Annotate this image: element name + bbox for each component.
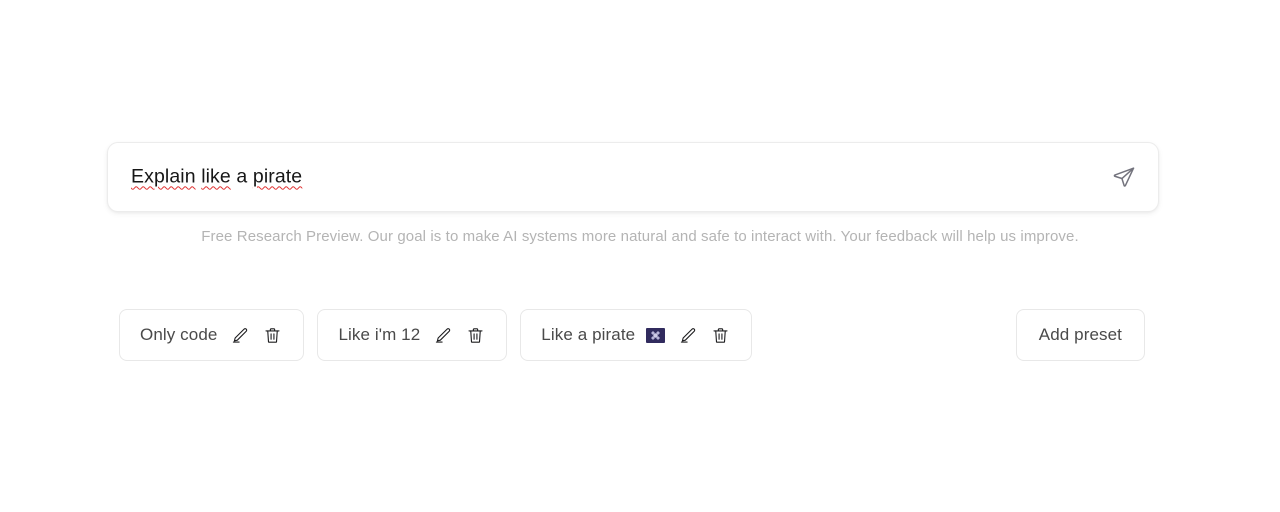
send-button[interactable] (1106, 159, 1142, 195)
preset-label: Only code (140, 325, 218, 344)
research-preview-disclaimer: Free Research Preview. Our goal is to ma… (201, 228, 1079, 245)
pencil-edit-icon (230, 326, 249, 345)
pirate-flag-emoji-icon (646, 327, 666, 343)
edit-preset-button[interactable] (676, 324, 698, 346)
app-root: Explain like a pirate Free Research Prev… (0, 0, 1280, 512)
send-paper-plane-icon (1112, 165, 1136, 189)
edit-preset-button[interactable] (431, 324, 453, 346)
trash-delete-icon (711, 326, 730, 345)
preset-chip-only-code[interactable]: Only code (119, 309, 305, 361)
delete-preset-button[interactable] (464, 324, 486, 346)
trash-delete-icon (263, 326, 282, 345)
add-preset-button[interactable]: Add preset (1015, 309, 1145, 361)
trash-delete-icon (466, 326, 485, 345)
preset-label: Like i'm 12 (338, 325, 421, 344)
prompt-input-text[interactable]: Explain like a pirate (131, 165, 302, 188)
delete-preset-button[interactable] (261, 324, 283, 346)
prompt-word: a (236, 165, 248, 188)
presets-row: Only code Like i'm 12 Like a pirate Add … (119, 309, 1145, 361)
prompt-word: pirate (252, 165, 303, 188)
preset-chip-list: Only code Like i'm 12 Like a pirate (119, 309, 753, 361)
prompt-word: Explain (131, 165, 196, 188)
preset-chip-like-im-12[interactable]: Like i'm 12 (317, 309, 508, 361)
edit-preset-button[interactable] (228, 324, 250, 346)
pencil-edit-icon (433, 326, 452, 345)
preset-label: Like a pirate (541, 325, 636, 344)
pencil-edit-icon (678, 326, 697, 345)
prompt-composer[interactable]: Explain like a pirate (107, 142, 1159, 212)
delete-preset-button[interactable] (709, 324, 731, 346)
preset-chip-like-a-pirate[interactable]: Like a pirate (520, 309, 753, 361)
prompt-word: like (201, 165, 231, 188)
